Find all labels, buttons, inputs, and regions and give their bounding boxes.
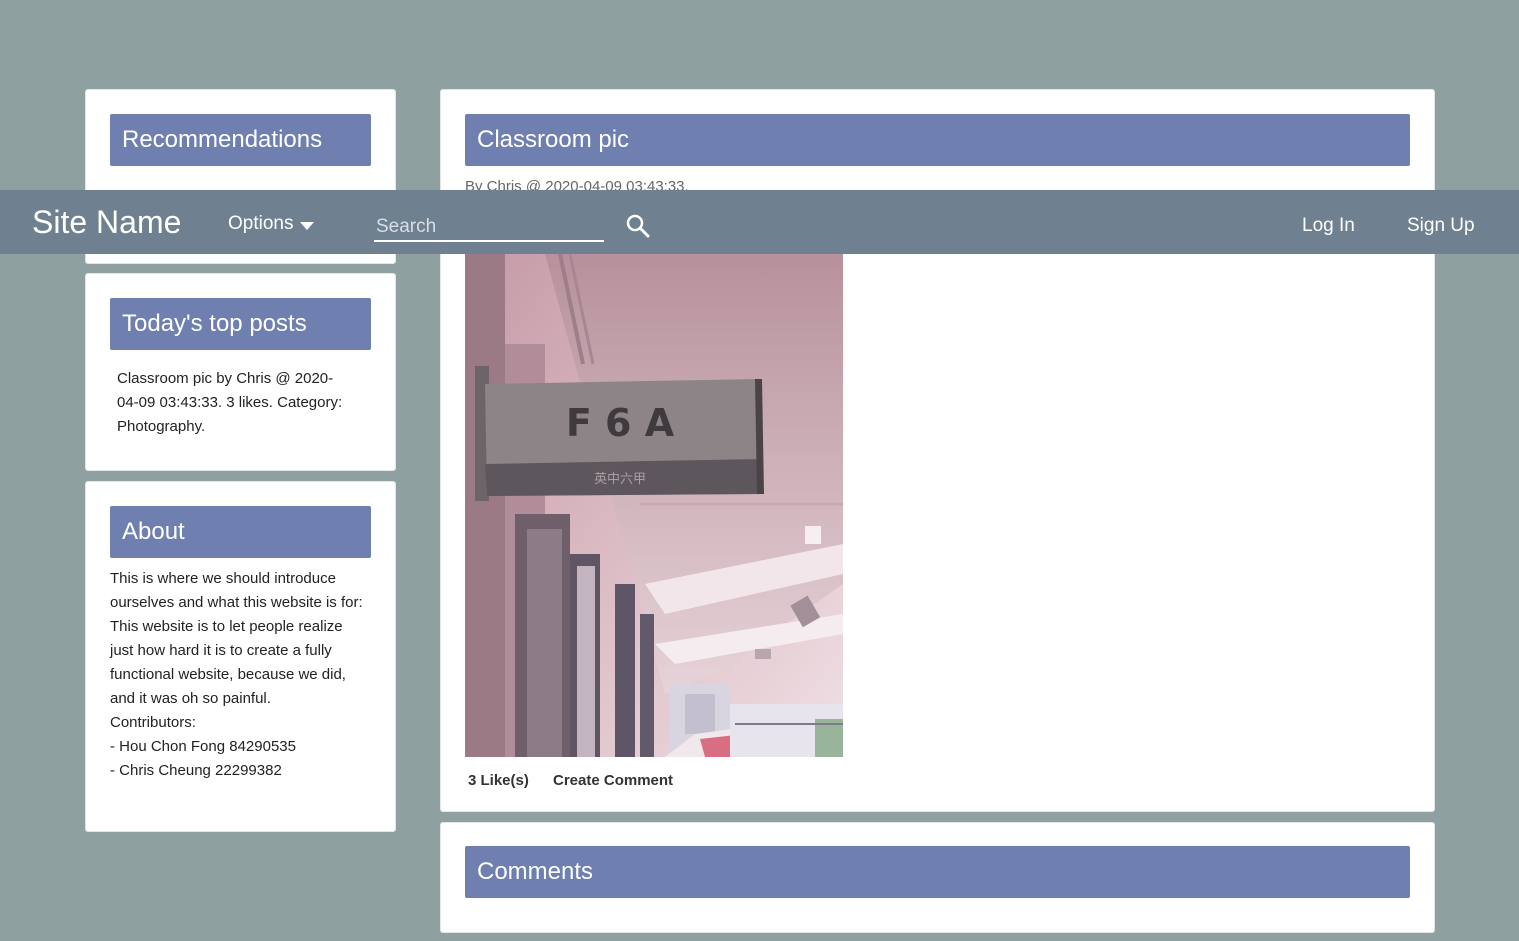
recommendations-title: Recommendations [110, 114, 371, 166]
navbar: Site Name Options Log In Sign Up [0, 190, 1519, 254]
sign-text: F 6 A [566, 401, 675, 445]
comments-title: Comments [465, 846, 1410, 898]
about-purpose: This website is to let people realize ju… [110, 618, 346, 707]
about-contributor: - Chris Cheung 22299382 [110, 762, 282, 779]
likes-button[interactable]: 3 Like(s) [468, 771, 529, 791]
classroom-photo: F 6 A 英中六甲 [465, 254, 843, 757]
search-icon[interactable] [624, 212, 652, 240]
sign-subtext: 英中六甲 [594, 472, 646, 487]
top-posts-title: Today's top posts [110, 298, 371, 350]
about-intro: This is where we should introduce oursel… [110, 570, 363, 611]
site-name[interactable]: Site Name [32, 202, 181, 242]
post-title: Classroom pic [465, 114, 1410, 166]
options-label: Options [228, 213, 294, 234]
about-title: About [110, 506, 371, 558]
caret-down-icon [300, 221, 315, 230]
create-comment-button[interactable]: Create Comment [553, 771, 673, 791]
signup-link[interactable]: Sign Up [1407, 214, 1475, 238]
about-contributor: - Hou Chon Fong 84290535 [110, 738, 296, 755]
post-image: F 6 A 英中六甲 [465, 254, 843, 757]
login-link[interactable]: Log In [1302, 214, 1355, 238]
about-text: This is where we should introduce oursel… [110, 567, 366, 783]
top-post-item[interactable]: Classroom pic by Chris @ 2020-04-09 03:4… [117, 367, 347, 439]
search-input[interactable] [374, 214, 604, 242]
about-contributors-label: Contributors: [110, 714, 196, 731]
options-dropdown[interactable]: Options [228, 212, 315, 236]
